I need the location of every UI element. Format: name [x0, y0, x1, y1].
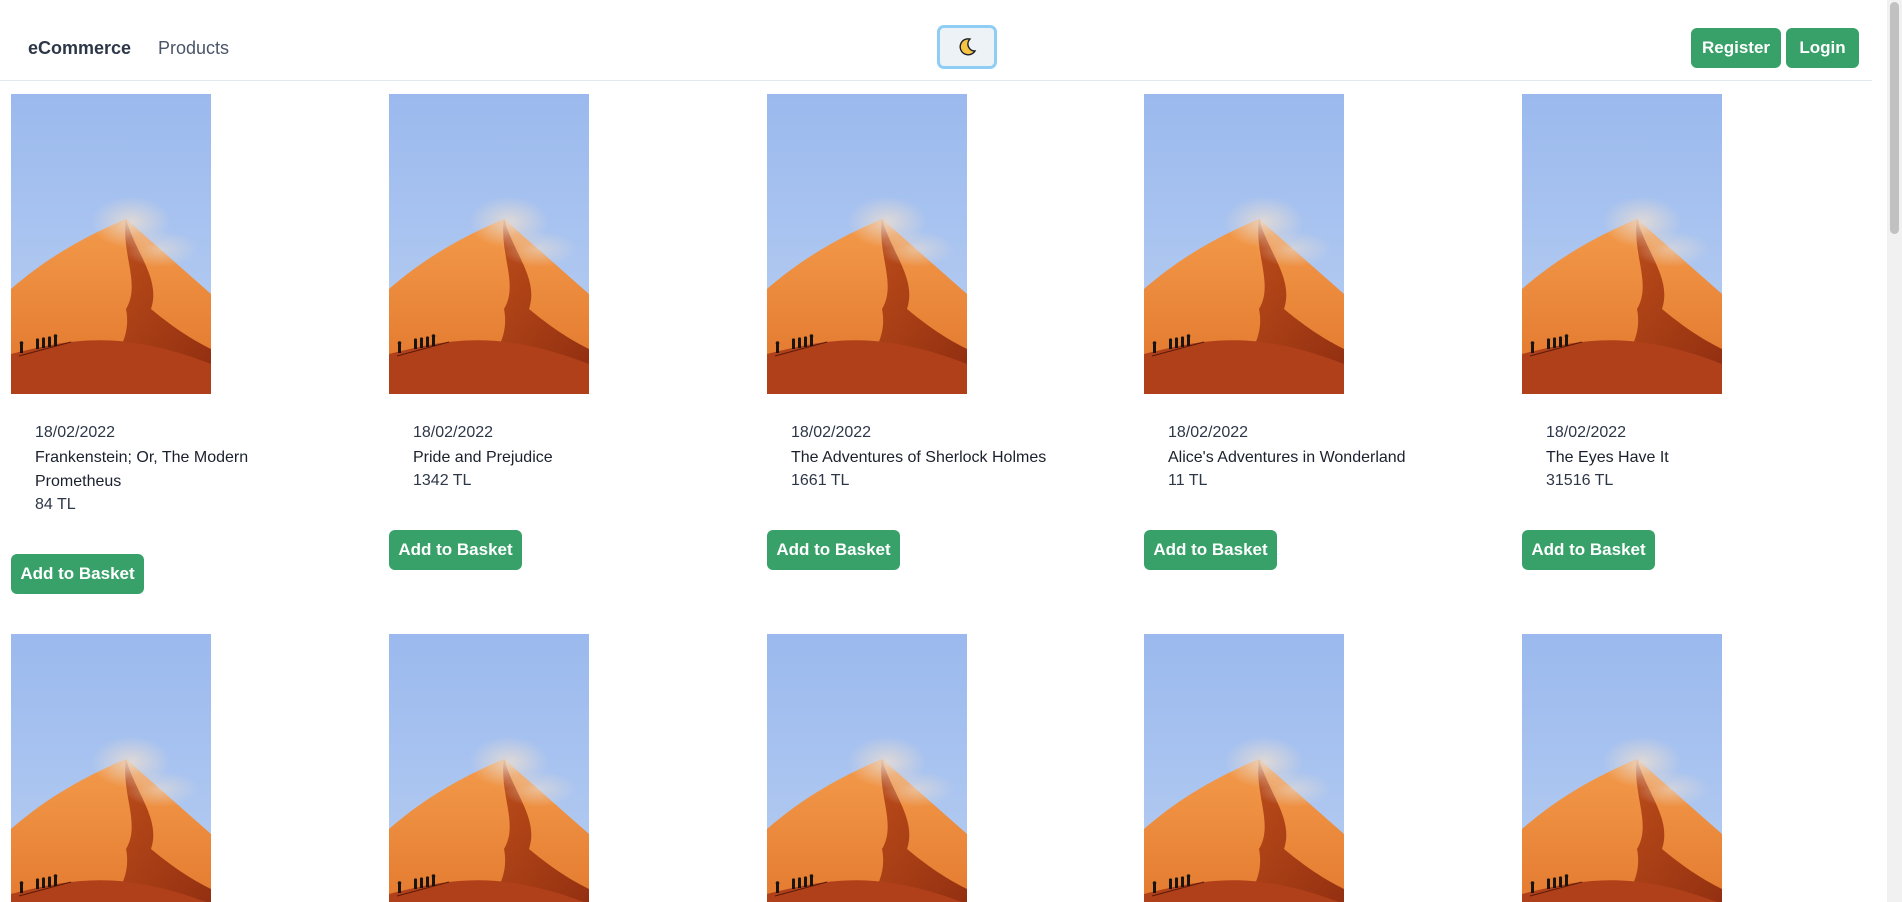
- navbar: eCommerce Products Register Login: [0, 0, 1872, 81]
- moon-icon: [957, 37, 977, 57]
- desert-dune-image: [1144, 94, 1344, 394]
- product-card: 18/02/2022 Frankenstein; Or, The Modern …: [11, 94, 351, 594]
- desert-dune-image: [1144, 634, 1344, 902]
- product-image[interactable]: [1522, 94, 1722, 394]
- product-title: The Eyes Have It: [1546, 449, 1669, 466]
- product-card: 18/02/2022 The Adventures of Sherlock Ho…: [767, 94, 1107, 594]
- product-image[interactable]: [389, 94, 589, 394]
- product-card: [767, 634, 1107, 902]
- theme-toggle-button[interactable]: [937, 25, 997, 69]
- desert-dune-image: [1522, 634, 1722, 902]
- product-price: 1661 TL: [791, 472, 850, 489]
- product-title: The Adventures of Sherlock Holmes: [791, 449, 1047, 466]
- product-date: 18/02/2022: [791, 424, 872, 441]
- brand-link[interactable]: eCommerce: [28, 36, 131, 60]
- product-card: 18/02/2022 Alice's Adventures in Wonderl…: [1144, 94, 1484, 594]
- product-title: Frankenstein; Or, The Modern Prometheus: [35, 449, 249, 490]
- product-image[interactable]: [1144, 94, 1344, 394]
- desert-dune-image: [11, 94, 211, 394]
- product-card: [11, 634, 351, 902]
- add-to-basket-button[interactable]: Add to Basket: [767, 530, 900, 570]
- product-image[interactable]: [767, 94, 967, 394]
- product-card: 18/02/2022 The Eyes Have It 31516 TL Add…: [1522, 94, 1862, 594]
- product-card: [1144, 634, 1484, 902]
- login-button[interactable]: Login: [1786, 28, 1859, 68]
- product-image[interactable]: [1144, 634, 1344, 902]
- product-price: 11 TL: [1168, 472, 1208, 489]
- desert-dune-image: [389, 94, 589, 394]
- product-price: 31516 TL: [1546, 472, 1614, 489]
- product-card: [389, 634, 729, 902]
- product-date: 18/02/2022: [1168, 424, 1249, 441]
- add-to-basket-button[interactable]: Add to Basket: [11, 554, 144, 594]
- add-to-basket-button[interactable]: Add to Basket: [1144, 530, 1277, 570]
- desert-dune-image: [767, 634, 967, 902]
- page: eCommerce Products Register Login 18/02/…: [0, 0, 1902, 902]
- product-image[interactable]: [389, 634, 589, 902]
- scrollbar-thumb[interactable]: [1890, 2, 1899, 234]
- nav-link-products[interactable]: Products: [158, 36, 229, 60]
- vertical-scrollbar[interactable]: [1887, 0, 1902, 902]
- product-image[interactable]: [11, 94, 211, 394]
- product-image[interactable]: [1522, 634, 1722, 902]
- product-card: 18/02/2022 Pride and Prejudice 1342 TL A…: [389, 94, 729, 594]
- add-to-basket-button[interactable]: Add to Basket: [1522, 530, 1655, 570]
- product-image[interactable]: [767, 634, 967, 902]
- product-date: 18/02/2022: [35, 424, 116, 441]
- desert-dune-image: [11, 634, 211, 902]
- product-date: 18/02/2022: [1546, 424, 1627, 441]
- product-title: Pride and Prejudice: [413, 449, 553, 466]
- desert-dune-image: [1522, 94, 1722, 394]
- product-price: 1342 TL: [413, 472, 472, 489]
- product-image[interactable]: [11, 634, 211, 902]
- product-date: 18/02/2022: [413, 424, 494, 441]
- product-title: Alice's Adventures in Wonderland: [1168, 449, 1406, 466]
- register-button[interactable]: Register: [1691, 28, 1781, 68]
- add-to-basket-button[interactable]: Add to Basket: [389, 530, 522, 570]
- product-card: [1522, 634, 1862, 902]
- desert-dune-image: [767, 94, 967, 394]
- desert-dune-image: [389, 634, 589, 902]
- product-price: 84 TL: [35, 496, 76, 513]
